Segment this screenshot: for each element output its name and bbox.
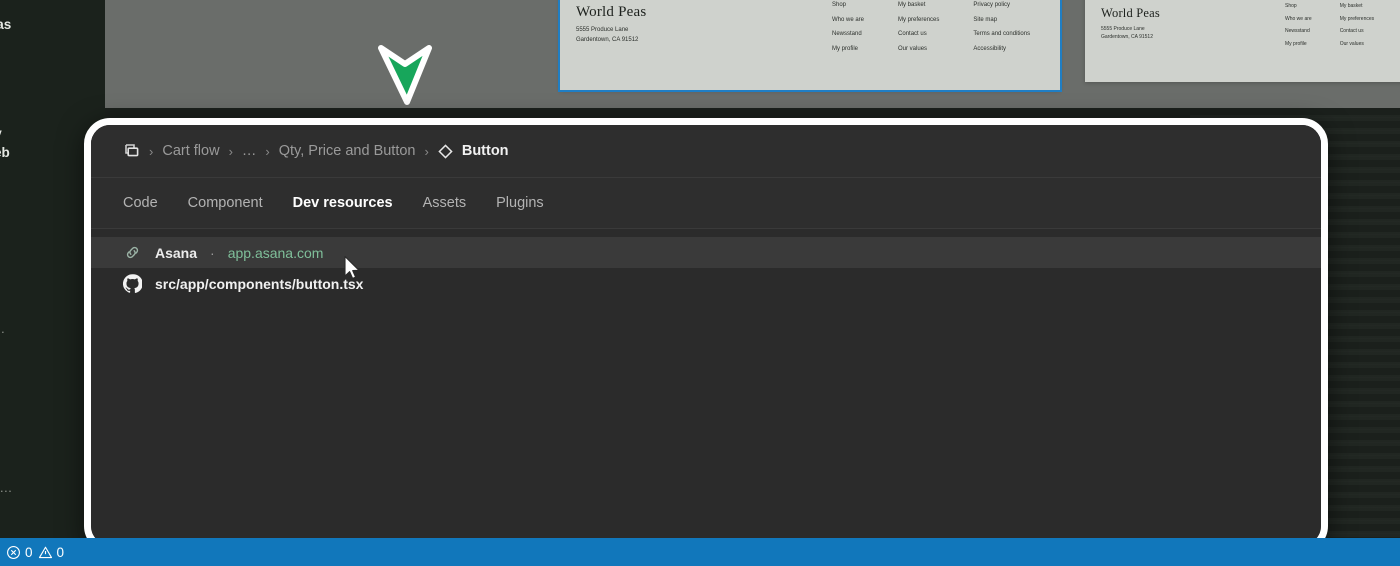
footer-link[interactable]: Newsstand <box>1285 25 1312 38</box>
footer-link[interactable]: My preferences <box>1340 13 1374 26</box>
status-warnings[interactable]: 0 <box>38 544 65 560</box>
tab-component[interactable]: Component <box>188 195 263 211</box>
mouse-pointer-icon <box>343 255 363 288</box>
breadcrumb-item-button: Button <box>461 143 509 159</box>
notification-time: ours ago <box>0 61 103 80</box>
dev-resource-separator: · <box>210 244 215 261</box>
error-circle-icon <box>6 545 21 560</box>
figma-frame[interactable]: World Peas 5555 Produce Lane Gardentown,… <box>1085 0 1400 82</box>
figma-frame-selected[interactable]: World Peas 5555 Produce Lane Gardentown,… <box>558 0 1062 92</box>
warning-triangle-icon <box>38 545 53 560</box>
cursor-chevron-icon <box>377 40 433 108</box>
footer-link[interactable]: Contact us <box>898 27 939 42</box>
figma-canvas[interactable]: World Peas 5555 Produce Lane Gardentown,… <box>105 0 1400 108</box>
footer-link[interactable]: Who we are <box>832 13 864 28</box>
frame-link-columns: Shop Who we are Newsstand My profile My … <box>1285 0 1400 50</box>
footer-link[interactable]: Our values <box>1340 38 1374 51</box>
footer-link[interactable]: My basket <box>1340 0 1374 13</box>
component-diamond-icon <box>438 143 453 159</box>
tab-assets[interactable]: Assets <box>423 195 467 211</box>
breadcrumb-item-ellipsis[interactable]: … <box>242 143 257 159</box>
footer-link[interactable]: Contact us <box>1340 25 1374 38</box>
github-icon <box>123 274 142 293</box>
dev-resource-label: Asana <box>155 244 198 261</box>
footer-link[interactable]: Shop <box>1285 0 1312 13</box>
notification-extra: p <box>0 34 103 53</box>
breadcrumb-separator: › <box>424 143 429 159</box>
footer-link[interactable]: Accessibility <box>973 42 1030 57</box>
breadcrumb-item-cart-flow[interactable]: Cart flow <box>162 143 219 159</box>
link-column: My basket My preferences Contact us Our … <box>1340 0 1374 50</box>
warning-count: 0 <box>56 544 65 560</box>
tab-plugins[interactable]: Plugins <box>496 195 544 211</box>
notification-title: nments <box>0 105 103 124</box>
breadcrumb-item-qty-price-and-button[interactable]: Qty, Price and Button <box>279 143 416 159</box>
breadcrumb-separator: › <box>149 143 154 159</box>
dev-resource-path[interactable]: src/app/components/button.tsx <box>155 276 363 292</box>
dev-resources-list: Asana · app.asana.com src/app/components… <box>91 229 1321 299</box>
footer-link[interactable]: My preferences <box>898 13 939 28</box>
footer-link[interactable]: Shop <box>832 0 864 13</box>
link-column: My basket My preferences Contact us Our … <box>898 0 939 56</box>
status-errors[interactable]: 0 <box>6 545 33 560</box>
link-chain-icon <box>123 244 142 261</box>
frame-link-columns: Shop Who we are Newsstand My profile My … <box>832 0 1030 56</box>
tab-code[interactable]: Code <box>123 195 158 211</box>
link-column: Shop Who we are Newsstand My profile <box>1285 0 1312 50</box>
dev-resource-url[interactable]: app.asana.com <box>228 245 324 261</box>
footer-link[interactable]: My profile <box>1285 38 1312 51</box>
notification-item[interactable]: Kristen World Peas p ours ago <box>0 0 103 80</box>
panel-tabs: Code Component Dev resources Assets Plug… <box>91 178 1321 229</box>
footer-link[interactable]: Site map <box>973 13 1030 28</box>
component-set-icon[interactable] <box>123 143 140 160</box>
error-count: 0 <box>25 544 33 560</box>
link-column: Shop Who we are Newsstand My profile <box>832 0 864 56</box>
breadcrumb-separator: › <box>228 143 233 159</box>
footer-link[interactable]: Terms and conditions <box>973 27 1030 42</box>
screen-root: World Peas 5555 Produce Lane Gardentown,… <box>0 0 1400 566</box>
breadcrumb-separator: › <box>265 143 270 159</box>
dev-resource-row-github[interactable]: src/app/components/button.tsx <box>91 268 1321 299</box>
footer-link[interactable]: Newsstand <box>832 27 864 42</box>
notification-title: Kristen <box>0 0 103 15</box>
footer-link[interactable]: Who we are <box>1285 13 1312 26</box>
footer-link[interactable]: Privacy policy <box>973 0 1030 13</box>
breadcrumb: › Cart flow › … › Qty, Price and Button … <box>91 125 1321 178</box>
footer-link[interactable]: My profile <box>832 42 864 57</box>
link-column: Privacy policy Site map Terms and condit… <box>973 0 1030 56</box>
dev-mode-panel: › Cart flow › … › Qty, Price and Button … <box>84 118 1328 552</box>
tab-dev-resources[interactable]: Dev resources <box>293 195 393 211</box>
footer-link[interactable]: Our values <box>898 42 939 57</box>
status-bar: 0 0 <box>0 538 1400 566</box>
notification-file: World Peas <box>0 17 12 32</box>
footer-link[interactable]: My basket <box>898 0 939 13</box>
dev-resource-row-asana[interactable]: Asana · app.asana.com <box>91 237 1321 268</box>
